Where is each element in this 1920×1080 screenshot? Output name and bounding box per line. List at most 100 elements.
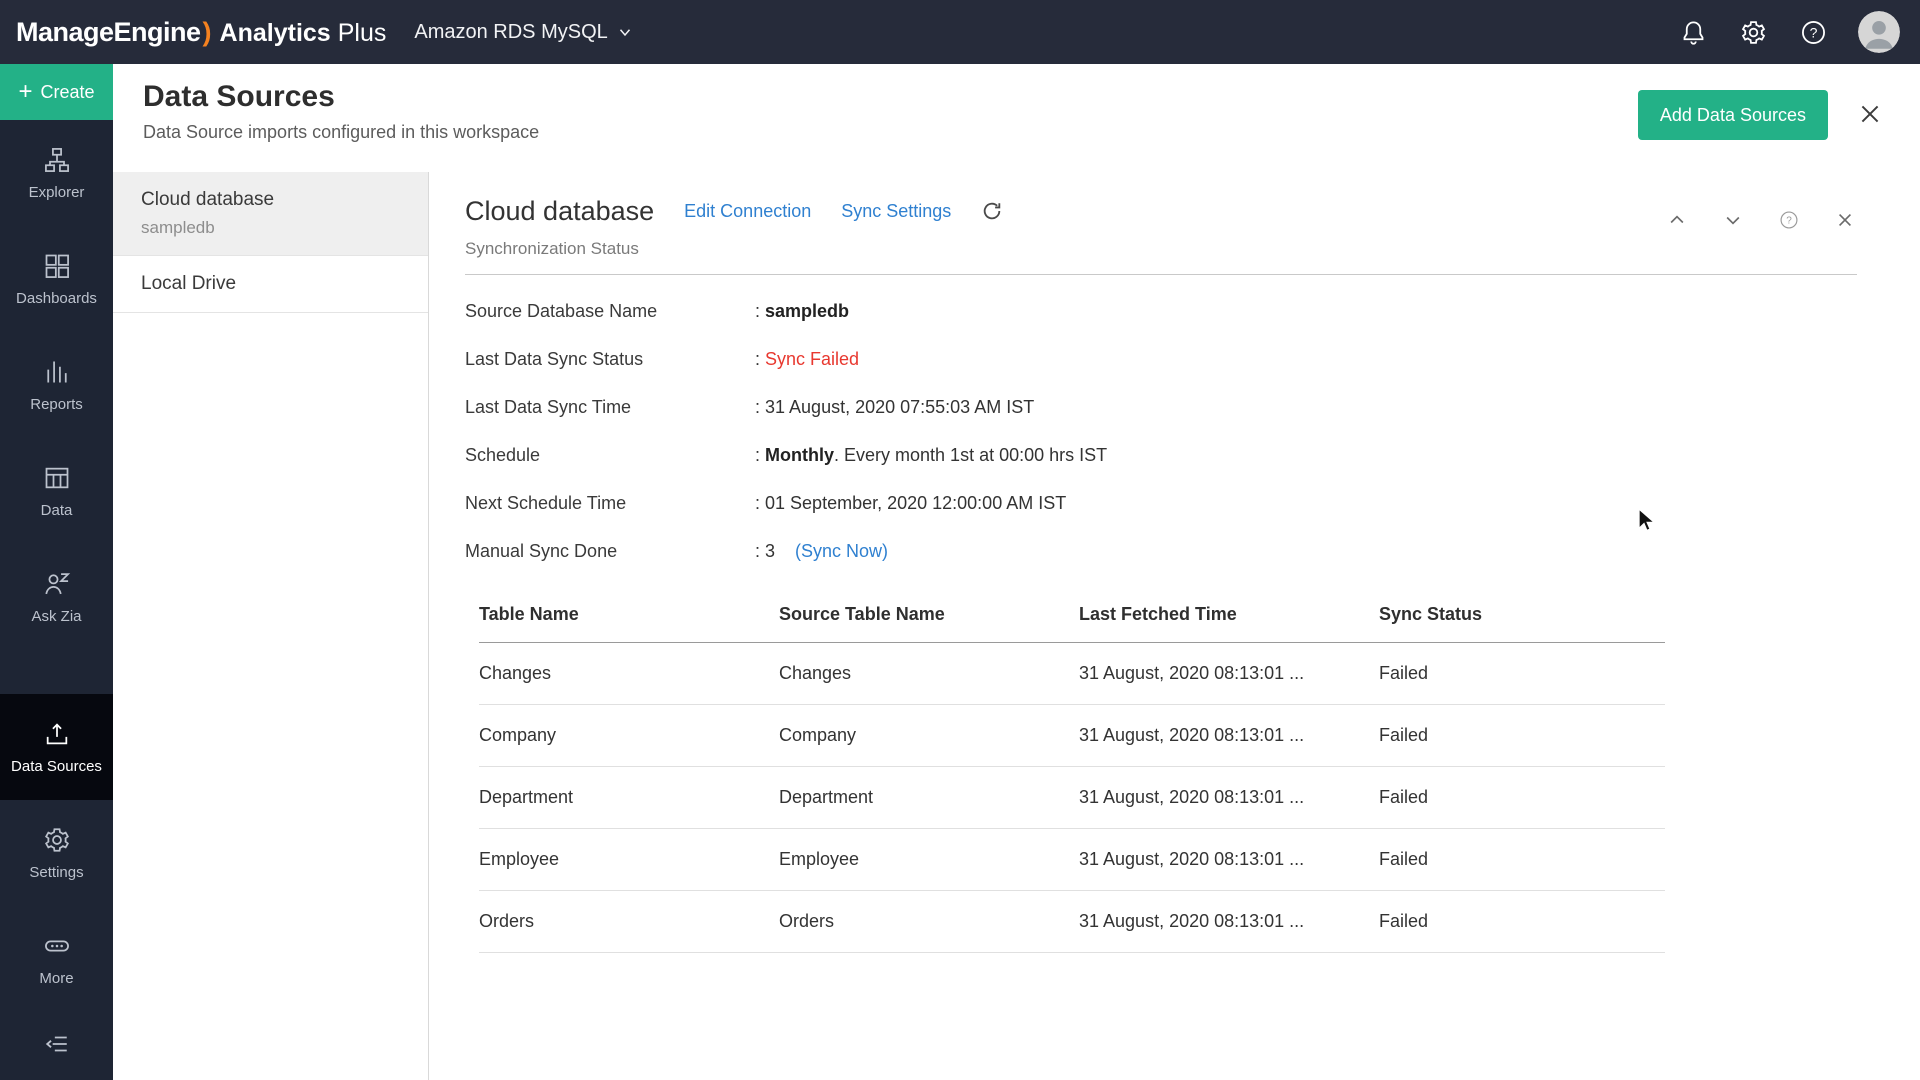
sidebar-item-label: Ask Zia — [31, 608, 81, 625]
logo-engine: Engine — [114, 17, 201, 48]
explorer-icon — [43, 146, 71, 174]
next-source-button[interactable] — [1721, 208, 1745, 232]
source-item-subtitle: sampledb — [141, 218, 400, 238]
table-cell: Orders — [779, 911, 1079, 932]
table-cell: Department — [779, 787, 1079, 808]
detail-panel: Cloud database Edit Connection Sync Sett… — [429, 172, 1920, 1080]
table-cell: Failed — [1379, 663, 1665, 684]
sidebar-item-data-sources[interactable]: Data Sources — [0, 694, 113, 800]
field-value-part: Sync Failed — [765, 349, 859, 369]
logo-swoosh-icon: ) — [203, 17, 212, 48]
sidebar-item-explorer[interactable]: Explorer — [0, 120, 113, 226]
field-label: Last Data Sync Status — [465, 349, 755, 370]
field-value: : 3(Sync Now) — [755, 541, 888, 562]
table-header-row: Table NameSource Table NameLast Fetched … — [479, 604, 1665, 643]
field-value: : 01 September, 2020 12:00:00 AM IST — [755, 493, 1066, 514]
topbar-icons: ? — [1678, 0, 1900, 64]
field-label: Next Schedule Time — [465, 493, 755, 514]
page-title: Data Sources — [143, 80, 539, 114]
detail-field: Schedule: Monthly. Every month 1st at 00… — [465, 445, 1857, 466]
table-cell: Department — [479, 787, 779, 808]
create-button[interactable]: + Create — [0, 64, 113, 120]
main-panel: Data Sources Data Source imports configu… — [113, 64, 1920, 1080]
settings-gear-icon — [43, 826, 71, 854]
data-sources-icon — [43, 720, 71, 748]
previous-source-button[interactable] — [1665, 208, 1689, 232]
add-data-sources-button[interactable]: Add Data Sources — [1638, 90, 1828, 140]
question-circle-icon: ? — [1779, 210, 1799, 230]
sidebar-item-settings[interactable]: Settings — [0, 800, 113, 906]
table-cell: Company — [479, 725, 779, 746]
source-item-title: Cloud database — [141, 189, 400, 211]
detail-field: Last Data Sync Time: 31 August, 2020 07:… — [465, 397, 1857, 418]
sidebar: + Create Explorer Dashboards Reports Dat… — [0, 64, 113, 1080]
detail-title: Cloud database — [465, 196, 654, 227]
table-cell: 31 August, 2020 08:13:01 ... — [1079, 725, 1379, 746]
sync-now-link[interactable]: (Sync Now) — [795, 541, 888, 561]
sidebar-item-label: Dashboards — [16, 290, 97, 307]
table-cell: Changes — [479, 663, 779, 684]
detail-help-button[interactable]: ? — [1777, 208, 1801, 232]
workspace-name: Amazon RDS MySQL — [414, 21, 607, 44]
topbar: ManageEngine) Analytics Plus Amazon RDS … — [0, 0, 1920, 64]
gear-icon — [1740, 19, 1767, 46]
table-cell: Company — [779, 725, 1079, 746]
close-icon — [1857, 101, 1883, 127]
user-avatar[interactable] — [1858, 11, 1900, 53]
ask-zia-icon — [43, 570, 71, 598]
table-cell: Failed — [1379, 911, 1665, 932]
detail-field: Manual Sync Done: 3(Sync Now) — [465, 541, 1857, 562]
table-cell: 31 August, 2020 08:13:01 ... — [1079, 849, 1379, 870]
field-value-part: Monthly — [765, 445, 834, 465]
detail-close-button[interactable] — [1833, 208, 1857, 232]
field-value: : 31 August, 2020 07:55:03 AM IST — [755, 397, 1034, 418]
column-header: Table Name — [479, 604, 779, 625]
refresh-button[interactable] — [981, 200, 1005, 224]
source-item-local-drive[interactable]: Local Drive — [113, 256, 428, 313]
logo-plus: Plus — [338, 19, 387, 48]
table-cell: Failed — [1379, 725, 1665, 746]
sidebar-item-more[interactable]: More — [0, 906, 113, 1012]
table-cell: 31 August, 2020 08:13:01 ... — [1079, 787, 1379, 808]
app-logo: ManageEngine) Analytics Plus — [16, 17, 386, 48]
sidebar-item-dashboards[interactable]: Dashboards — [0, 226, 113, 332]
sync-table: Table NameSource Table NameLast Fetched … — [479, 604, 1665, 953]
edit-connection-link[interactable]: Edit Connection — [684, 201, 811, 222]
page-title-block: Data Sources Data Source imports configu… — [143, 80, 539, 143]
question-icon: ? — [1800, 19, 1827, 46]
field-value: : Monthly. Every month 1st at 00:00 hrs … — [755, 445, 1107, 466]
page-close-button[interactable] — [1854, 98, 1886, 130]
notifications-button[interactable] — [1678, 17, 1708, 47]
detail-fields: Source Database Name: sampledbLast Data … — [465, 301, 1857, 562]
detail-field: Last Data Sync Status: Sync Failed — [465, 349, 1857, 370]
table-cell: Failed — [1379, 849, 1665, 870]
field-value-part: 01 September, 2020 12:00:00 AM IST — [765, 493, 1066, 513]
settings-button[interactable] — [1738, 17, 1768, 47]
data-table-icon — [43, 464, 71, 492]
chevron-up-icon — [1667, 210, 1687, 230]
svg-text:?: ? — [1809, 24, 1817, 40]
sidebar-item-reports[interactable]: Reports — [0, 332, 113, 438]
table-cell: 31 August, 2020 08:13:01 ... — [1079, 911, 1379, 932]
sync-settings-link[interactable]: Sync Settings — [841, 201, 951, 222]
table-cell: 31 August, 2020 08:13:01 ... — [1079, 663, 1379, 684]
detail-header: Cloud database Edit Connection Sync Sett… — [465, 196, 1857, 227]
source-item-cloud-database[interactable]: Cloud database sampledb — [113, 172, 428, 256]
table-row: DepartmentDepartment31 August, 2020 08:1… — [479, 767, 1665, 829]
sidebar-item-label: Data — [41, 502, 73, 519]
section-label: Synchronization Status — [465, 239, 1857, 259]
table-row: CompanyCompany31 August, 2020 08:13:01 .… — [479, 705, 1665, 767]
sidebar-item-label: Data Sources — [11, 758, 102, 775]
sidebar-item-ask-zia[interactable]: Ask Zia — [0, 544, 113, 650]
content-area: Cloud database sampledb Local Drive Clou… — [113, 172, 1920, 1080]
table-cell: Orders — [479, 911, 779, 932]
collapse-sidebar-button[interactable] — [0, 1022, 113, 1066]
table-body: ChangesChanges31 August, 2020 08:13:01 .… — [479, 643, 1665, 953]
logo-manage: Manage — [16, 17, 114, 48]
workspace-selector[interactable]: Amazon RDS MySQL — [414, 21, 633, 44]
table-cell: Changes — [779, 663, 1079, 684]
table-row: ChangesChanges31 August, 2020 08:13:01 .… — [479, 643, 1665, 705]
detail-field: Next Schedule Time: 01 September, 2020 1… — [465, 493, 1857, 514]
sidebar-item-data[interactable]: Data — [0, 438, 113, 544]
help-button[interactable]: ? — [1798, 17, 1828, 47]
